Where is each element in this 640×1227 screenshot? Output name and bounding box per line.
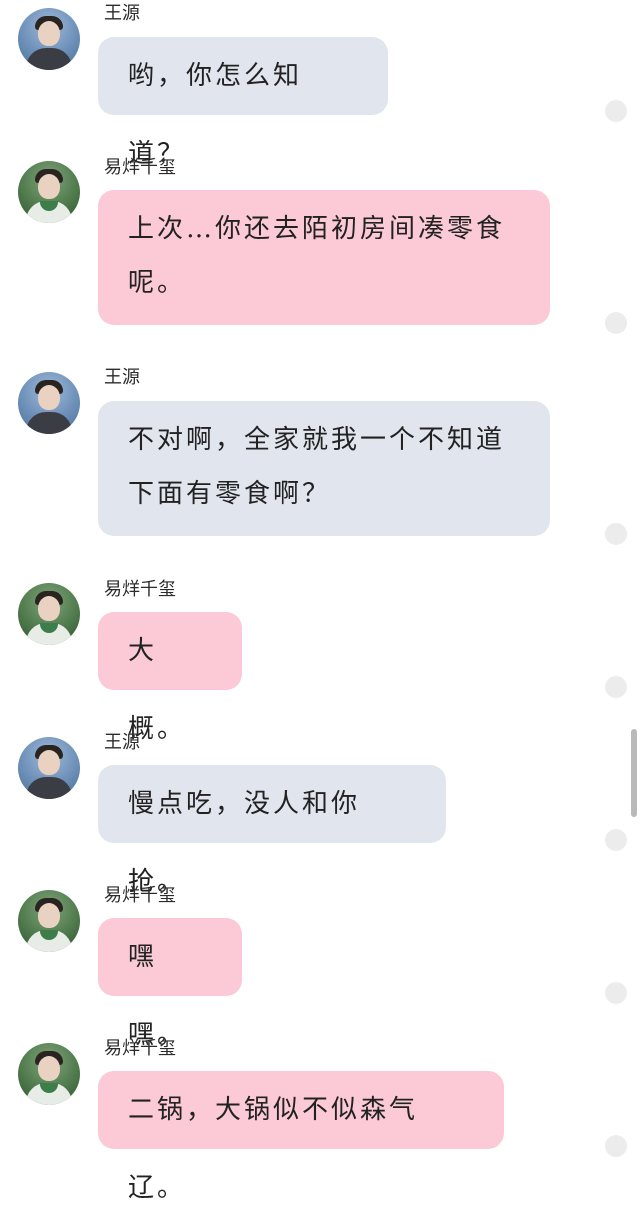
sender-name: 王源 xyxy=(104,732,140,753)
message-bubble[interactable]: 不对啊，全家就我一个不知道下面有零食啊？ xyxy=(98,401,550,536)
chat-list: 王源 哟，你怎么知道？ 易烊千玺 上次…你还去陌初房间凑零食呢。 王源 不对啊，… xyxy=(0,0,640,1203)
circle-dot-icon xyxy=(605,312,627,334)
sender-name: 易烊千玺 xyxy=(104,579,176,600)
message-bubble[interactable]: 嘿嘿。 xyxy=(98,918,242,1050)
scrollbar[interactable] xyxy=(631,729,637,817)
avatar-yi-yang-qian-xi[interactable] xyxy=(18,583,80,645)
message-bubble[interactable]: 大概。 xyxy=(98,612,242,744)
message-bubble[interactable]: 慢点吃，没人和你抢。 xyxy=(98,765,446,897)
sender-name: 王源 xyxy=(104,367,140,388)
message-bubble[interactable]: 哟，你怎么知道？ xyxy=(98,37,388,169)
circle-dot-icon xyxy=(605,523,627,545)
sender-name: 易烊千玺 xyxy=(104,157,176,178)
circle-dot-icon xyxy=(605,1135,627,1157)
avatar-wang-yuan[interactable] xyxy=(18,8,80,70)
avatar-yi-yang-qian-xi[interactable] xyxy=(18,890,80,952)
circle-dot-icon xyxy=(605,100,627,122)
sender-name: 易烊千玺 xyxy=(104,1038,176,1059)
sender-name: 易烊千玺 xyxy=(104,885,176,906)
sender-name: 王源 xyxy=(104,3,140,24)
avatar-yi-yang-qian-xi[interactable] xyxy=(18,1043,80,1105)
circle-dot-icon xyxy=(605,676,627,698)
circle-dot-icon xyxy=(605,829,627,851)
avatar-wang-yuan[interactable] xyxy=(18,737,80,799)
avatar-wang-yuan[interactable] xyxy=(18,372,80,434)
avatar-yi-yang-qian-xi[interactable] xyxy=(18,161,80,223)
circle-dot-icon xyxy=(605,982,627,1004)
message-bubble[interactable]: 二锅，大锅似不似森气辽。 xyxy=(98,1071,504,1203)
message-bubble[interactable]: 上次…你还去陌初房间凑零食呢。 xyxy=(98,190,550,325)
